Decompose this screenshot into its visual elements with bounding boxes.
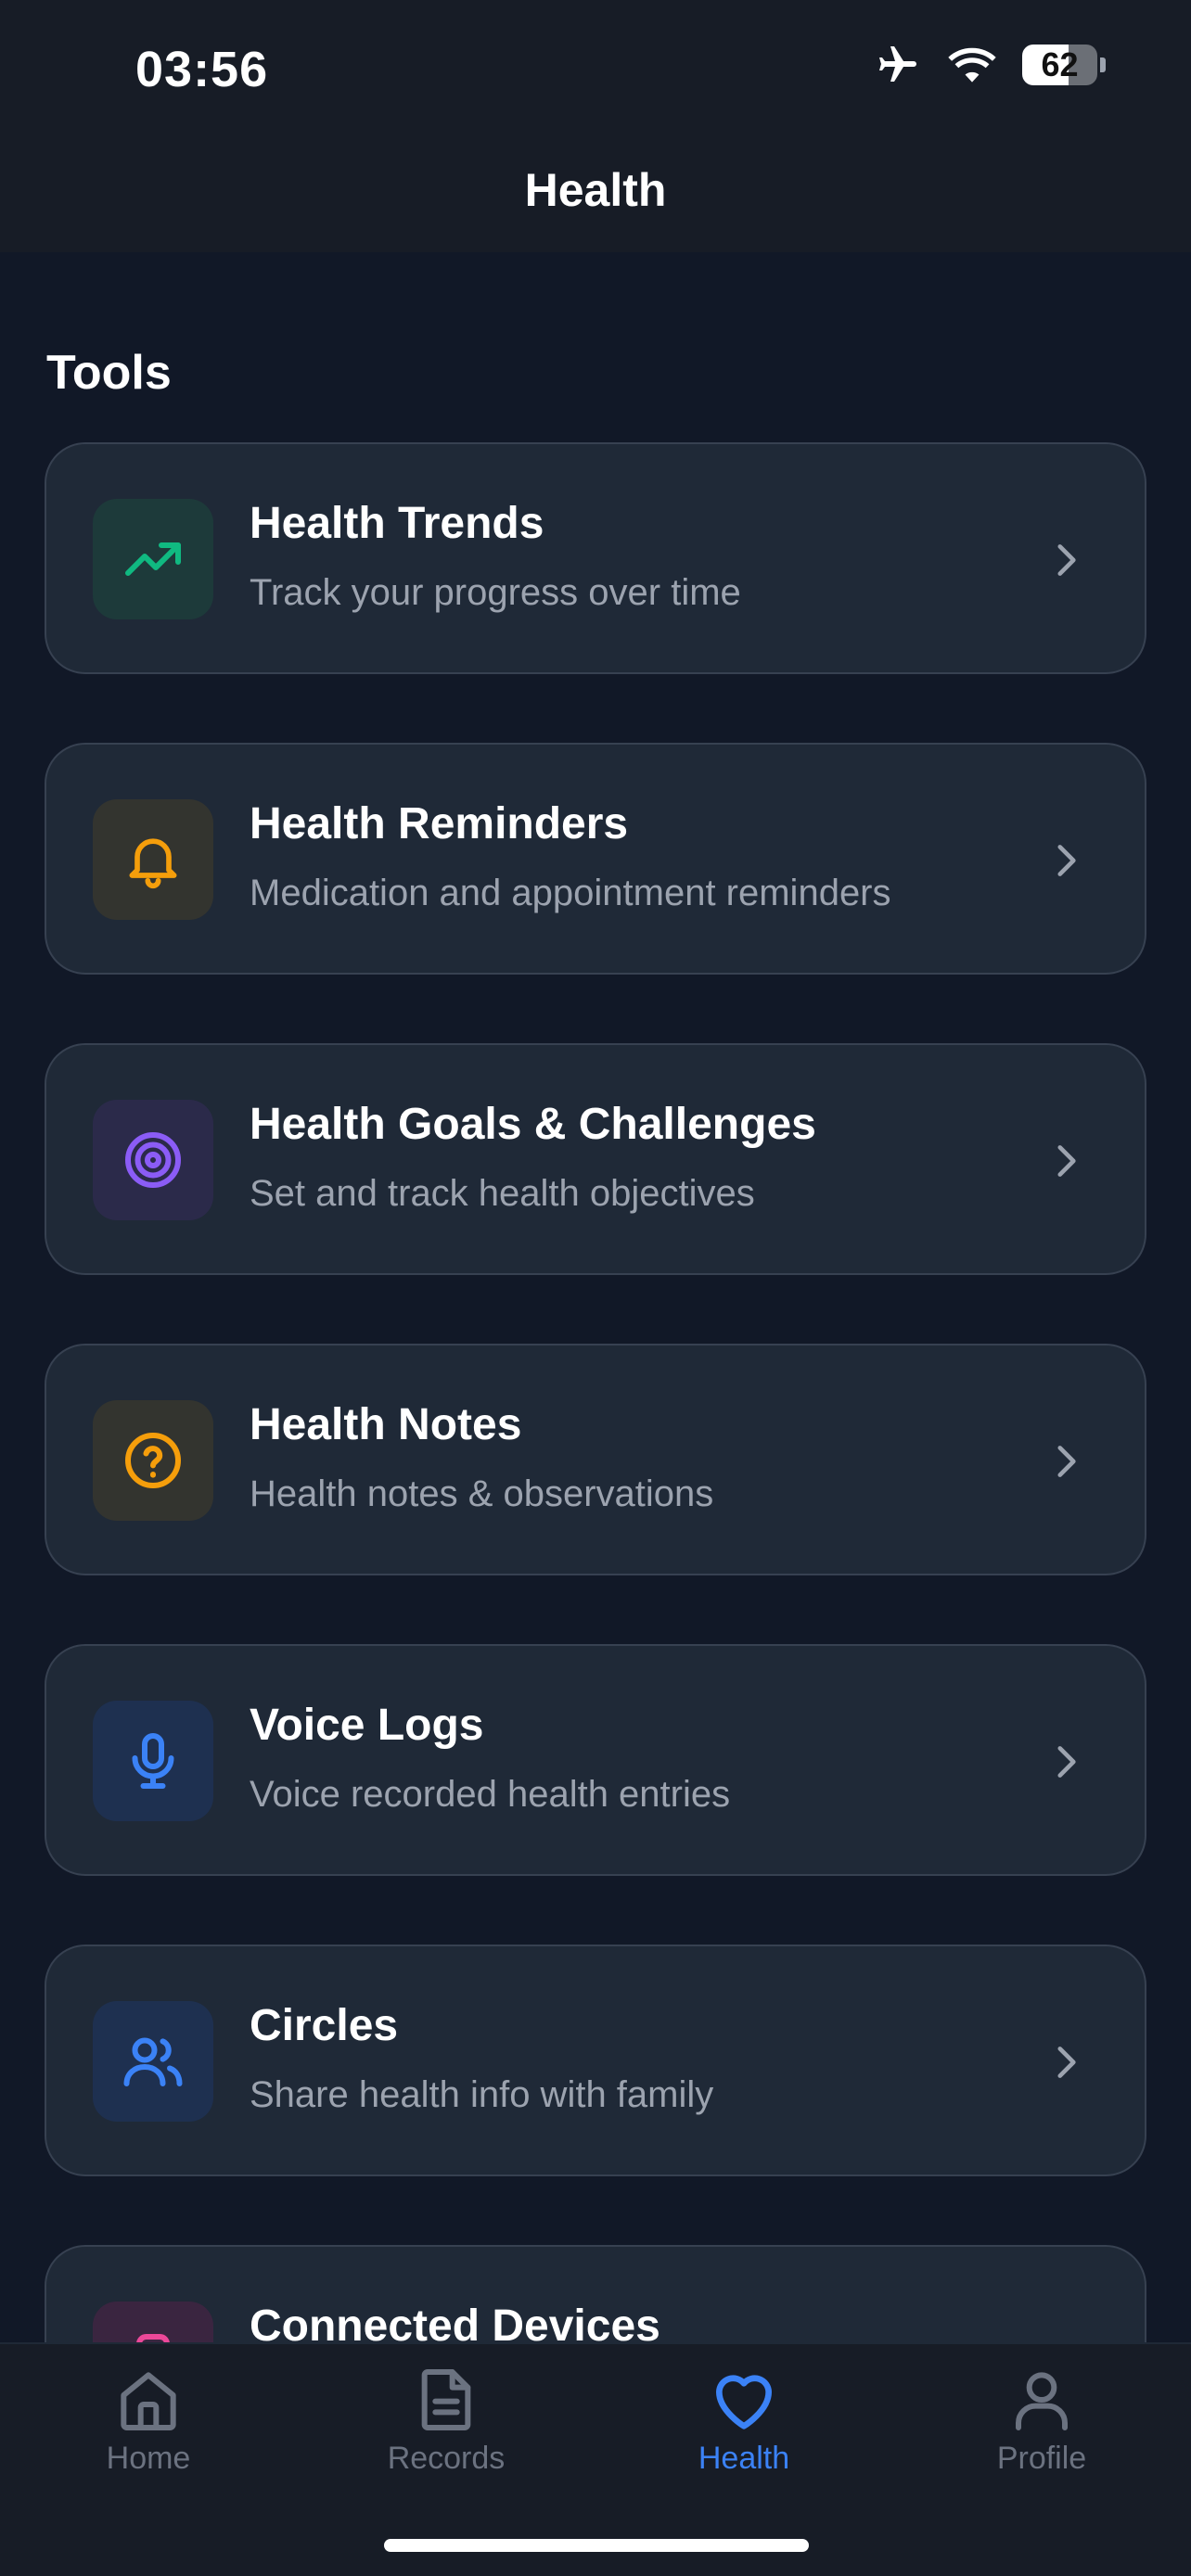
- tool-subtitle: Share health info with family: [250, 2074, 714, 2115]
- health-screen: 03:56 62 Health Tools Health Trends Trac…: [0, 0, 1191, 2576]
- chevron-right-icon: [1057, 1746, 1076, 1778]
- tool-subtitle: Set and track health objectives: [250, 1173, 755, 1214]
- tool-title: Health Reminders: [250, 799, 629, 848]
- users-icon: [123, 2037, 183, 2086]
- section-title: Tools: [46, 346, 172, 400]
- page-title: Health: [524, 164, 667, 216]
- status-time: 03:56: [135, 42, 269, 97]
- tool-subtitle: Medication and appointment reminders: [250, 873, 891, 913]
- top-bar: 03:56 62 Health: [0, 0, 1191, 252]
- chevron-right-icon: [1057, 845, 1076, 876]
- tool-title: Health Trends: [250, 499, 544, 548]
- user-icon: [1016, 2372, 1068, 2430]
- tab-label: Profile: [996, 2441, 1087, 2476]
- wifi-icon: [948, 47, 996, 83]
- question-circle-icon: [125, 1433, 181, 1488]
- tab-health[interactable]: Health: [633, 2363, 855, 2477]
- tab-records[interactable]: Records: [335, 2363, 557, 2477]
- status-icons: 62: [874, 43, 1106, 87]
- heart-icon: [716, 2375, 772, 2429]
- battery-icon: 62: [1022, 45, 1106, 85]
- chevron-right-icon: [1057, 1446, 1076, 1477]
- chevron-right-icon: [1057, 1145, 1076, 1177]
- trend-up-icon: [125, 542, 181, 576]
- target-icon: [125, 1132, 181, 1188]
- home-icon: [121, 2372, 176, 2430]
- tools-list: Health Trends Track your progress over t…: [45, 442, 1146, 2545]
- tool-title: Circles: [250, 2001, 399, 2050]
- tool-card-health-reminders[interactable]: Health Reminders Medication and appointm…: [45, 743, 1146, 975]
- tool-subtitle: Health notes & observations: [250, 1473, 714, 1514]
- document-icon: [421, 2369, 471, 2430]
- icon-tile: [93, 799, 213, 920]
- chevron-right-icon: [1057, 544, 1076, 576]
- microphone-icon: [132, 1733, 174, 1789]
- battery-level: 62: [1022, 45, 1098, 85]
- chevron-right-icon: [1057, 2047, 1076, 2078]
- icon-tile: [93, 1100, 213, 1220]
- tool-card-circles[interactable]: Circles Share health info with family: [45, 1945, 1146, 2176]
- icon-tile: [93, 1400, 213, 1521]
- icon-tile: [93, 499, 213, 619]
- tool-subtitle: Track your progress over time: [250, 572, 741, 613]
- tab-label: Health: [698, 2441, 790, 2476]
- home-indicator: [384, 2539, 809, 2552]
- tool-title: Health Notes: [250, 1400, 522, 1449]
- tab-label: Records: [387, 2441, 506, 2476]
- bell-icon: [129, 838, 177, 889]
- tool-card-health-goals[interactable]: Health Goals & Challenges Set and track …: [45, 1043, 1146, 1275]
- tab-label: Home: [106, 2441, 191, 2476]
- tool-card-voice-logs[interactable]: Voice Logs Voice recorded health entries: [45, 1644, 1146, 1876]
- icon-tile: [93, 2001, 213, 2122]
- tab-profile[interactable]: Profile: [930, 2363, 1153, 2477]
- tab-home[interactable]: Home: [37, 2363, 260, 2477]
- tool-title: Voice Logs: [250, 1701, 484, 1750]
- tool-card-health-notes[interactable]: Health Notes Health notes & observations: [45, 1344, 1146, 1575]
- icon-tile: [93, 1701, 213, 1821]
- airplane-icon: [879, 46, 916, 82]
- tool-subtitle: Voice recorded health entries: [250, 1774, 731, 1815]
- tool-title: Health Goals & Challenges: [250, 1100, 816, 1149]
- tool-card-health-trends[interactable]: Health Trends Track your progress over t…: [45, 442, 1146, 674]
